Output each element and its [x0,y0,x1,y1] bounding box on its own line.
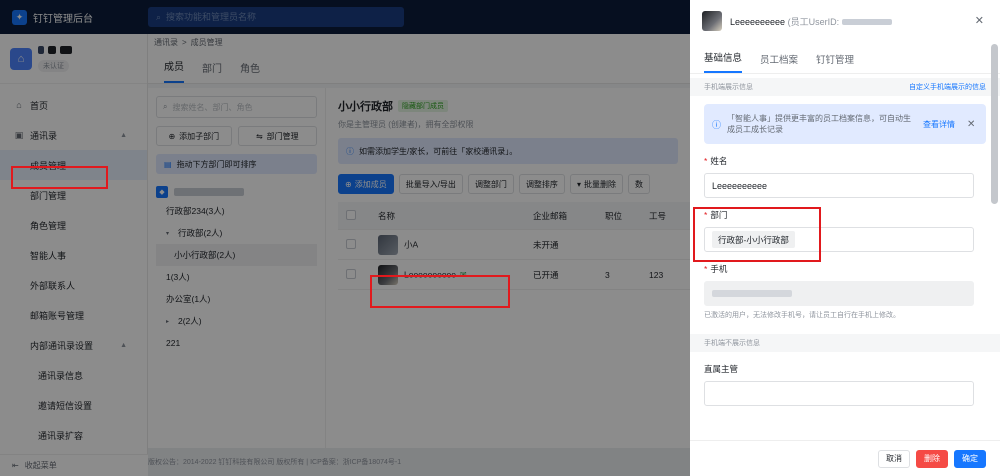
section-mobile-hidden: 手机端不展示信息 [690,334,1000,352]
delete-button[interactable]: 删除 [916,449,948,468]
field-department: * 部门 行政部-小小行政部 [690,208,1000,252]
manager-selector[interactable] [704,381,974,406]
phone-label: 手机 [710,264,728,274]
cancel-button[interactable]: 取消 [878,449,910,468]
hr-notice: ⓘ 「智能人事」提供更丰富的员工档案信息，可自动生成员工成长记录 查看详情 ✕ [704,104,986,144]
phone-field [704,281,974,306]
dept-selector[interactable]: 行政部-小小行政部 [704,227,974,252]
section-mobile-hidden-title: 手机端不展示信息 [704,340,760,347]
close-icon[interactable]: ✕ [975,14,984,27]
required-mark: * [704,264,708,274]
dept-label: 部门 [710,210,728,220]
customize-display-link[interactable]: 自定义手机端展示的信息 [909,82,986,92]
close-icon[interactable]: ✕ [967,119,975,130]
drawer-tabs: 基础信息 员工档案 钉钉管理 [690,42,1000,74]
field-phone: * 手机 已激活的用户，无法修改手机号，请让员工自行在手机上修改。 [690,262,1000,320]
member-detail-drawer: Leeeeeeeeee (员工UserID: ✕ 基础信息 员工档案 钉钉管理 … [690,0,1000,476]
phone-redacted [712,290,792,297]
tab-employee-file[interactable]: 员工档案 [760,52,798,73]
tab-dingtalk-manage[interactable]: 钉钉管理 [816,52,854,73]
avatar [702,11,722,31]
drawer-footer: 取消 删除 确定 [690,440,1000,476]
drawer-name-text: Leeeeeeeeee [730,16,786,27]
drawer-member-name: Leeeeeeeeee (员工UserID: [730,15,892,28]
view-details-link[interactable]: 查看详情 [923,119,955,130]
required-mark: * [704,210,708,220]
drawer-scrollbar[interactable] [991,44,998,204]
name-field[interactable] [704,173,974,198]
name-label: 姓名 [710,156,728,166]
modal-overlay[interactable] [0,0,690,476]
section-mobile-display-title: 手机端展示信息 [704,84,753,91]
field-name: * 姓名 [690,154,1000,198]
name-input[interactable] [712,180,962,191]
info-icon: ⓘ [712,119,722,130]
required-mark: * [704,156,708,166]
confirm-button[interactable]: 确定 [954,449,986,468]
drawer-userid-label: (员工UserID: [787,16,840,27]
manager-label: 直属主管 [704,364,739,374]
field-manager: 直属主管 [690,362,1000,406]
section-mobile-display: 手机端展示信息 自定义手机端展示的信息 [690,78,1000,96]
dept-tag: 行政部-小小行政部 [712,231,795,248]
userid-redacted [841,18,892,25]
tab-basic-info[interactable]: 基础信息 [704,50,743,73]
drawer-header: Leeeeeeeeee (员工UserID: ✕ [690,0,1000,42]
phone-hint: 已激活的用户，无法修改手机号，请让员工自行在手机上修改。 [704,312,900,319]
hr-notice-text: 「智能人事」提供更丰富的员工档案信息，可自动生成员工成长记录 [727,114,912,134]
